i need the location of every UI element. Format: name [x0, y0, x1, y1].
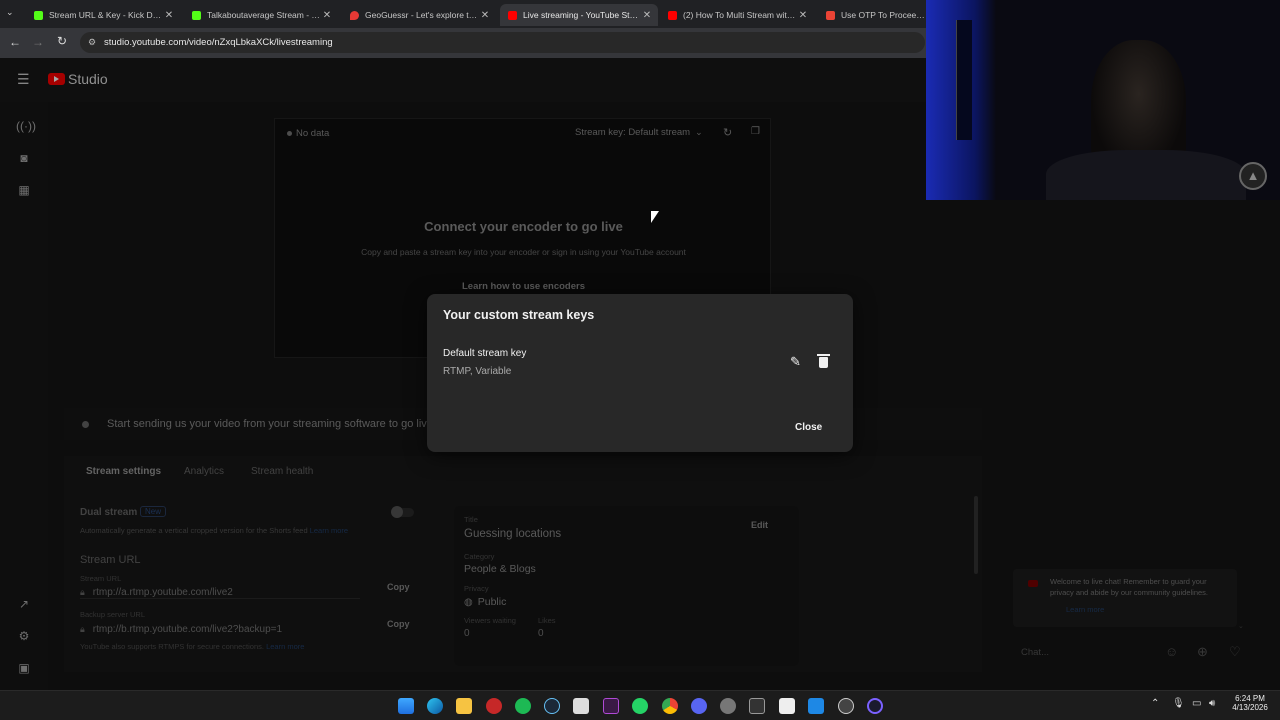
volume-icon[interactable]: 🔊︎ — [1209, 698, 1215, 709]
tab-search-icon[interactable]: ⌄ — [6, 7, 14, 18]
capture-app-icon[interactable] — [749, 698, 765, 714]
gmail-favicon-icon — [826, 10, 835, 20]
url-field[interactable]: ⚙ studio.youtube.com/video/nZxqLbkaXCk/l… — [80, 32, 925, 53]
kick-favicon-icon — [34, 10, 43, 20]
reload-icon[interactable]: ↻ — [57, 34, 67, 48]
back-icon[interactable]: ← — [9, 35, 21, 49]
file-explorer-icon[interactable] — [456, 698, 472, 714]
browser-tab-kick-dashboard[interactable]: Stream URL & Key - Kick Dashb ✕ — [26, 4, 180, 26]
windows-taskbar: ⌃ 🎙︎ ▭ 🔊︎ 6:24 PM 4/13/2026 — [0, 690, 1280, 720]
kick-favicon-icon — [192, 10, 201, 20]
youtube-favicon-icon — [668, 10, 677, 20]
stream-key-name: Default stream key — [443, 348, 527, 359]
tab-close-icon[interactable]: ✕ — [162, 10, 176, 21]
clock[interactable]: 6:24 PM 4/13/2026 — [1226, 694, 1274, 712]
edit-pencil-icon[interactable]: ✎ — [790, 354, 801, 370]
app-icon[interactable] — [486, 698, 502, 714]
tray-chevron-up-icon[interactable]: ⌃ — [1151, 698, 1159, 709]
tab-label: Use OTP To Proceed - ns — [841, 10, 926, 20]
tab-close-icon[interactable]: ✕ — [796, 10, 810, 21]
tab-close-icon[interactable]: ✕ — [478, 10, 492, 21]
tab-label: Talkaboutaverage Stream - Wat — [207, 10, 320, 20]
webcam-overlay: ▲ — [926, 0, 1280, 200]
url-text: studio.youtube.com/video/nZxqLbkaXCk/liv… — [104, 37, 333, 48]
forward-icon[interactable]: → — [32, 35, 44, 49]
tab-label: Live streaming - YouTube Studi — [523, 10, 640, 20]
browser-tab-gmail-otp[interactable]: Use OTP To Proceed - ns — [818, 4, 926, 26]
tab-label: (2) How To Multi Stream with O — [683, 10, 796, 20]
mouse-cursor-icon — [651, 211, 659, 223]
tab-close-icon[interactable]: ✕ — [320, 10, 334, 21]
tab-label: GeoGuessr - Let's explore the w — [365, 10, 478, 20]
edge-icon[interactable] — [427, 698, 443, 714]
obs-icon[interactable] — [838, 698, 854, 714]
browser-tab-kick-stream[interactable]: Talkaboutaverage Stream - Wat ✕ — [184, 4, 338, 26]
clock-date: 4/13/2026 — [1232, 703, 1268, 712]
notepad-icon[interactable] — [779, 698, 795, 714]
discord-icon[interactable] — [691, 698, 707, 714]
webcam-window — [956, 20, 972, 140]
close-button[interactable]: Close — [795, 422, 822, 433]
clock-time: 6:24 PM — [1235, 694, 1265, 703]
tab-close-icon[interactable]: ✕ — [640, 10, 654, 21]
app-circle-icon[interactable] — [867, 698, 883, 714]
browser-tab-multistream-video[interactable]: (2) How To Multi Stream with O ✕ — [660, 4, 814, 26]
dialog-title: Your custom stream keys — [443, 308, 595, 322]
site-info-icon[interactable]: ⚙ — [88, 37, 96, 48]
tab-label: Stream URL & Key - Kick Dashb — [49, 10, 162, 20]
steam-icon[interactable] — [544, 698, 560, 714]
browser-tab-youtube-studio[interactable]: Live streaming - YouTube Studi ✕ — [500, 4, 658, 26]
store-icon[interactable] — [573, 698, 589, 714]
app-window-icon[interactable] — [808, 698, 824, 714]
spotify-icon[interactable] — [515, 698, 531, 714]
whatsapp-icon[interactable] — [632, 698, 648, 714]
stream-key-meta: RTMP, Variable — [443, 366, 512, 377]
vegas-icon[interactable] — [603, 698, 619, 714]
chrome-icon[interactable] — [662, 698, 678, 714]
scroll-up-icon[interactable]: ▲ — [1239, 162, 1267, 190]
network-icon[interactable]: ▭ — [1192, 698, 1201, 709]
youtube-favicon-icon — [508, 10, 517, 20]
webcam-shirt — [1046, 150, 1246, 200]
browser-tab-geoguessr[interactable]: GeoGuessr - Let's explore the w ✕ — [342, 4, 496, 26]
custom-stream-keys-dialog: Your custom stream keys Default stream k… — [427, 294, 853, 452]
settings-gear-icon[interactable] — [720, 698, 736, 714]
delete-trash-icon[interactable] — [817, 354, 830, 368]
location-pin-favicon-icon — [350, 10, 359, 20]
windows-start-icon[interactable] — [398, 698, 414, 714]
microphone-icon[interactable]: 🎙︎ — [1172, 698, 1185, 709]
